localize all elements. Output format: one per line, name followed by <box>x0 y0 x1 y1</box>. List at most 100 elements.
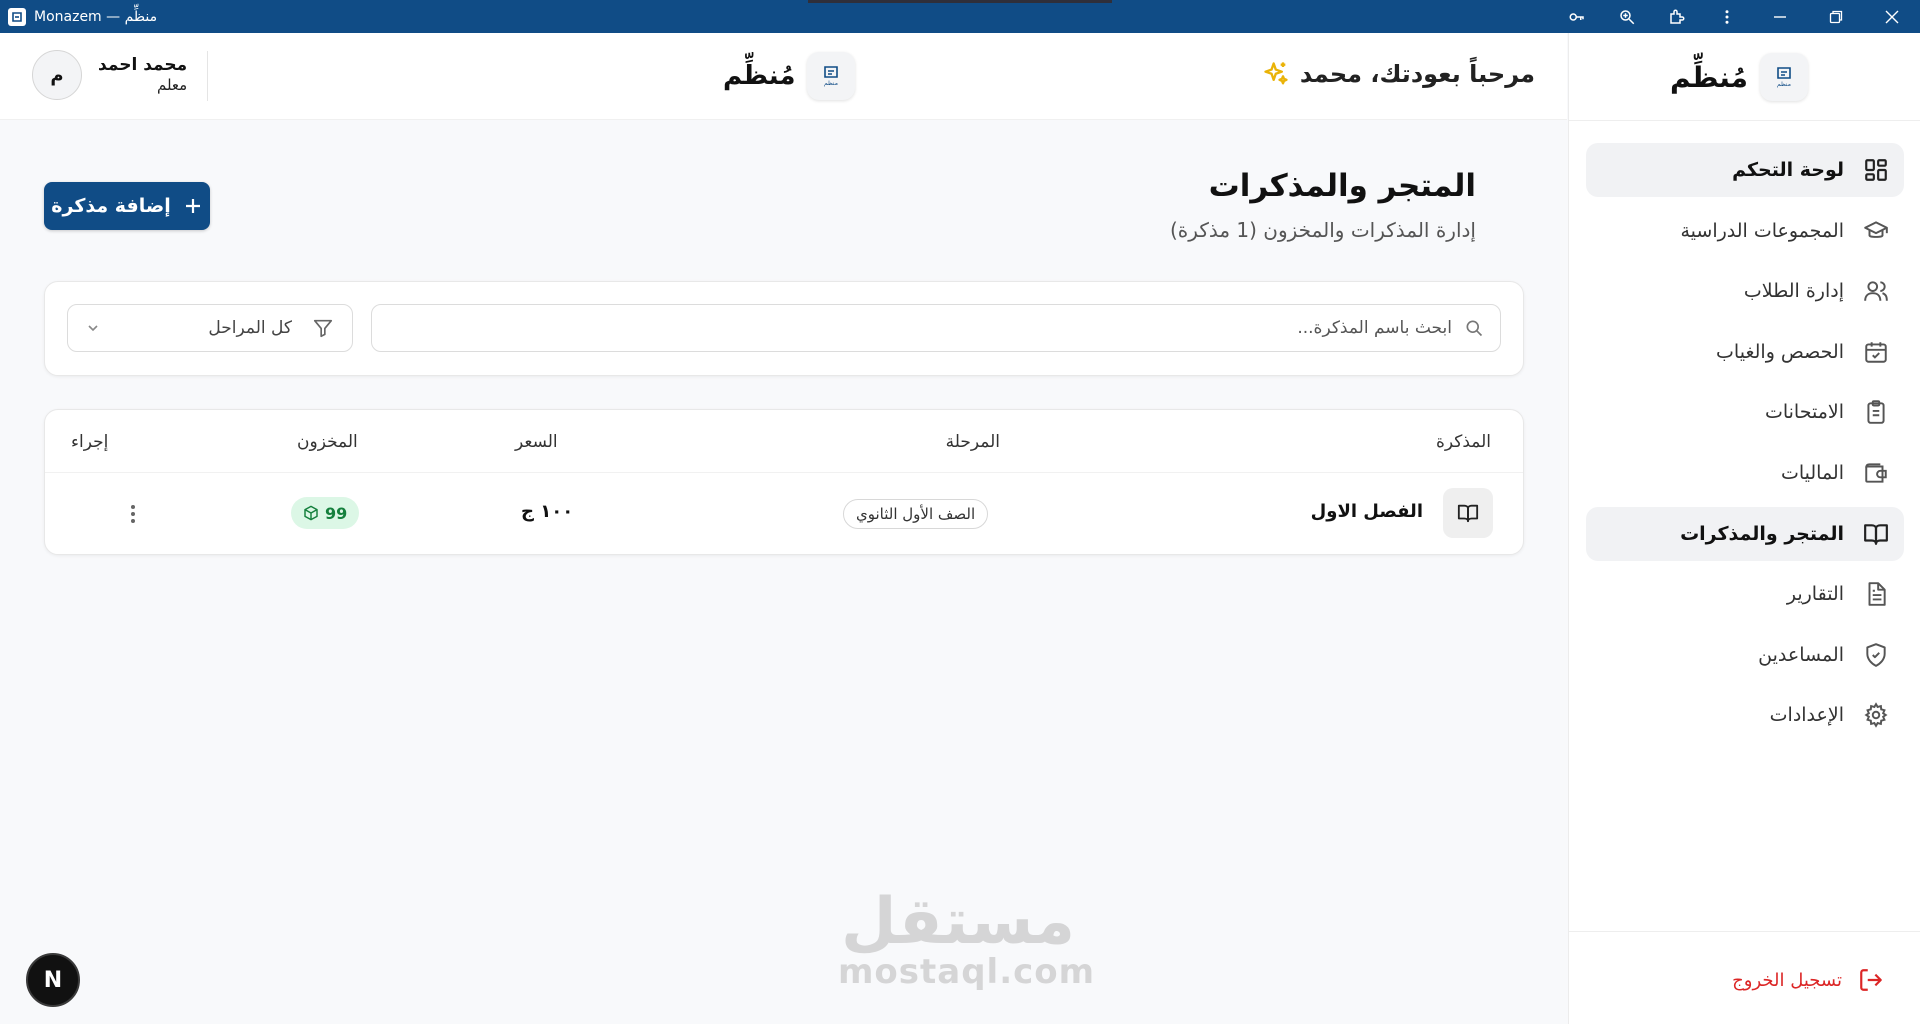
extensions-icon[interactable] <box>1652 0 1702 33</box>
sidebar: منظم مُنظِّم لوحة التحكم المجموعات الدرا… <box>1568 33 1920 1024</box>
notes-table: المذكرة المرحلة السعر المخزون إجراء الفص… <box>44 409 1524 555</box>
watermark-english: mostaql.com <box>838 952 1096 992</box>
key-icon[interactable] <box>1552 0 1602 33</box>
sidebar-brand-name: مُنظِّم <box>1670 60 1748 94</box>
logo-icon <box>8 7 26 26</box>
users-icon <box>1862 277 1890 305</box>
window-title-bar: Monazem — منظِّم <box>0 0 1920 33</box>
stock-badge: 99 <box>291 497 360 529</box>
avatar[interactable]: م <box>32 50 82 100</box>
sidebar-nav: لوحة التحكم المجموعات الدراسية إدارة الط… <box>1586 143 1904 749</box>
sidebar-item-label: المتجر والمذكرات <box>1680 522 1844 545</box>
sidebar-item-label: التقارير <box>1786 583 1844 606</box>
sidebar-item-label: إدارة الطلاب <box>1743 280 1844 303</box>
logout-icon <box>1858 967 1884 993</box>
svg-text:منظم: منظم <box>824 80 838 87</box>
sidebar-item-label: المجموعات الدراسية <box>1680 219 1844 242</box>
table-row[interactable]: الفصل الاول الصف الأول الثانوي ١٠٠ ج 99 <box>45 472 1523 554</box>
filter-card: كل المراحل <box>44 281 1524 376</box>
logo-icon: منظم <box>1777 67 1791 88</box>
sidebar-divider <box>1569 120 1920 121</box>
column-header-action: إجراء <box>71 432 109 452</box>
minimize-icon[interactable] <box>1752 0 1808 33</box>
window-title: Monazem — منظِّم <box>34 8 158 25</box>
column-header-stage: المرحلة <box>945 432 1000 452</box>
sidebar-item-settings[interactable]: الإعدادات <box>1586 688 1904 742</box>
sparkles-icon <box>1262 60 1290 88</box>
search-box[interactable] <box>371 304 1501 352</box>
stage-badge: الصف الأول الثانوي <box>843 499 989 529</box>
user-role: معلم <box>156 76 188 95</box>
column-header-stock: المخزون <box>297 432 358 452</box>
sidebar-item-store[interactable]: المتجر والمذكرات <box>1586 506 1904 561</box>
stage-filter-select[interactable]: كل المراحل <box>67 304 353 352</box>
sidebar-item-finance[interactable]: الماليات <box>1586 446 1904 500</box>
filter-icon <box>312 317 334 339</box>
sidebar-item-label: الإعدادات <box>1769 704 1844 727</box>
stage-filter-value: كل المراحل <box>208 318 292 338</box>
greeting-text: مرحباً بعودتك، محمد <box>1299 60 1535 88</box>
header-brand: منظم مُنظِّم <box>723 52 856 100</box>
greeting: مرحباً بعودتك، محمد <box>1262 60 1535 88</box>
sidebar-item-assistants[interactable]: المساعدين <box>1586 628 1904 682</box>
book-open-icon <box>1862 520 1890 548</box>
restore-icon[interactable] <box>1808 0 1864 33</box>
window-controls <box>1552 0 1920 33</box>
user-name: محمد احمد <box>98 55 188 75</box>
zoom-icon[interactable] <box>1602 0 1652 33</box>
logout-label: تسجيل الخروج <box>1732 969 1842 991</box>
plus-icon <box>183 196 203 216</box>
svg-text:منظم: منظم <box>1777 81 1791 88</box>
logo-icon: منظم <box>824 66 838 87</box>
close-icon[interactable] <box>1864 0 1920 33</box>
more-vertical-icon <box>131 505 135 523</box>
dev-tools-badge[interactable]: N <box>26 953 80 1007</box>
sidebar-item-dashboard[interactable]: لوحة التحكم <box>1586 143 1904 197</box>
watermark: مستقل mostaql.com <box>838 890 1096 992</box>
user-profile[interactable]: م محمد احمد معلم <box>32 50 187 100</box>
gear-icon <box>1862 701 1890 729</box>
column-header-price: السعر <box>515 432 558 452</box>
clipboard-icon <box>1862 398 1890 426</box>
header-brand-name: مُنظِّم <box>723 61 796 91</box>
calendar-check-icon <box>1862 338 1890 366</box>
row-actions-button[interactable] <box>121 499 145 529</box>
logout-button[interactable]: تسجيل الخروج <box>1732 967 1884 993</box>
top-header: مرحباً بعودتك، محمد منظم مُنظِّم م محمد … <box>0 33 1567 120</box>
add-note-button[interactable]: إضافة مذكرة <box>44 182 210 230</box>
header-divider <box>207 51 208 101</box>
sidebar-item-label: الماليات <box>1780 461 1844 484</box>
sidebar-item-label: المساعدين <box>1758 643 1844 666</box>
chevron-down-icon <box>86 321 100 335</box>
shield-check-icon <box>1862 641 1890 669</box>
grid-icon <box>1862 156 1890 184</box>
note-name: الفصل الاول <box>1310 501 1423 522</box>
note-price: ١٠٠ ج <box>521 501 574 522</box>
sidebar-brand: منظم مُنظِّم <box>1670 53 1808 101</box>
graduation-cap-icon <box>1862 217 1890 245</box>
sidebar-item-reports[interactable]: التقارير <box>1586 567 1904 621</box>
package-icon <box>303 505 319 521</box>
column-header-name: المذكرة <box>1435 432 1491 452</box>
sidebar-item-attendance[interactable]: الحصص والغياب <box>1586 325 1904 379</box>
add-note-label: إضافة مذكرة <box>51 195 171 217</box>
window-title-group: Monazem — منظِّم <box>8 0 157 33</box>
title-bar-drag-strip <box>808 0 1112 3</box>
book-open-icon <box>1443 488 1493 538</box>
brand-logo: منظم <box>807 52 856 100</box>
sidebar-item-exams[interactable]: الامتحانات <box>1586 385 1904 439</box>
more-vertical-icon[interactable] <box>1702 0 1752 33</box>
page-title: المتجر والمذكرات <box>1208 168 1476 204</box>
file-text-icon <box>1862 580 1890 608</box>
brand-logo: منظم <box>1760 53 1808 101</box>
stock-value: 99 <box>325 503 348 523</box>
wallet-icon <box>1862 459 1890 487</box>
sidebar-item-label: الحصص والغياب <box>1716 340 1844 363</box>
sidebar-item-groups[interactable]: المجموعات الدراسية <box>1586 204 1904 258</box>
user-info: محمد احمد معلم <box>98 55 187 95</box>
sidebar-bottom-divider <box>1569 931 1920 932</box>
search-icon <box>1464 318 1484 338</box>
sidebar-item-students[interactable]: إدارة الطلاب <box>1586 264 1904 318</box>
sidebar-item-label: الامتحانات <box>1764 401 1844 424</box>
search-input[interactable] <box>452 318 1452 338</box>
